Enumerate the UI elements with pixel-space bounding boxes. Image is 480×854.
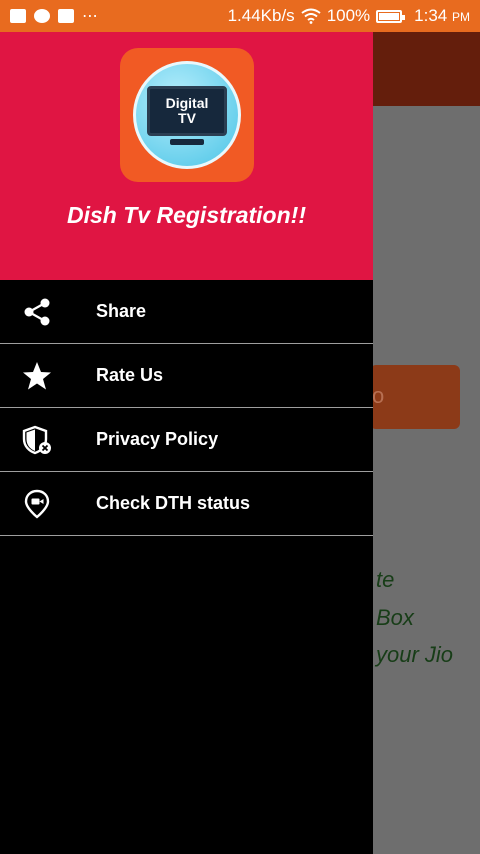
wifi-icon xyxy=(301,8,321,24)
menu-item-privacy-policy[interactable]: Privacy Policy xyxy=(0,408,373,472)
menu-item-share[interactable]: Share xyxy=(0,280,373,344)
background-button: o xyxy=(370,365,460,429)
clock: 1:34 PM xyxy=(414,6,470,26)
menu-item-label: Share xyxy=(96,301,147,321)
clock-ampm: PM xyxy=(452,10,470,24)
battery-percent: 100% xyxy=(326,6,371,25)
clock-time: 1:34 xyxy=(414,6,448,25)
tv-stand xyxy=(170,138,204,145)
menu-item-label: Privacy Policy xyxy=(96,429,219,449)
background-button-text: o xyxy=(372,383,385,408)
more-notifications-icon: ⋯ xyxy=(82,8,99,25)
logo-circle: Digital TV xyxy=(133,61,241,169)
background-text-line-3: your Jio xyxy=(376,642,454,667)
privacy-shield-icon xyxy=(0,408,74,472)
navigation-drawer: Digital TV Dish Tv Registration!! Share xyxy=(0,32,373,854)
background-text-line-1: te xyxy=(376,567,395,592)
menu-item-label: Check DTH status xyxy=(96,493,251,513)
menu-item-check-dth-status[interactable]: Check DTH status xyxy=(0,472,373,536)
gallery-notification-icon xyxy=(10,9,26,23)
tv-icon: Digital TV xyxy=(147,85,227,136)
drawer-title: Dish Tv Registration!! xyxy=(67,202,306,228)
app-logo: Digital TV xyxy=(120,48,254,182)
location-camera-icon xyxy=(0,472,74,536)
network-speed: 1.44Kb/s xyxy=(227,6,295,25)
mail-notification-icon xyxy=(58,9,74,23)
battery-icon xyxy=(376,9,406,23)
status-bar: ⋯ 1.44Kb/s 100% 1:34 PM xyxy=(0,0,480,32)
drawer-header: Digital TV Dish Tv Registration!! xyxy=(0,32,373,280)
app-notification-icon xyxy=(34,9,50,23)
logo-text-digital: Digital xyxy=(165,94,209,111)
background-text-line-2: Box xyxy=(376,605,414,630)
menu-item-rate-us[interactable]: Rate Us xyxy=(0,344,373,408)
share-icon xyxy=(0,280,74,344)
logo-text-tv: TV xyxy=(178,109,196,126)
menu-item-label: Rate Us xyxy=(96,365,164,385)
drawer-menu: Share Rate Us Privacy Policy Check DTH s… xyxy=(0,280,373,536)
star-icon xyxy=(0,344,74,408)
